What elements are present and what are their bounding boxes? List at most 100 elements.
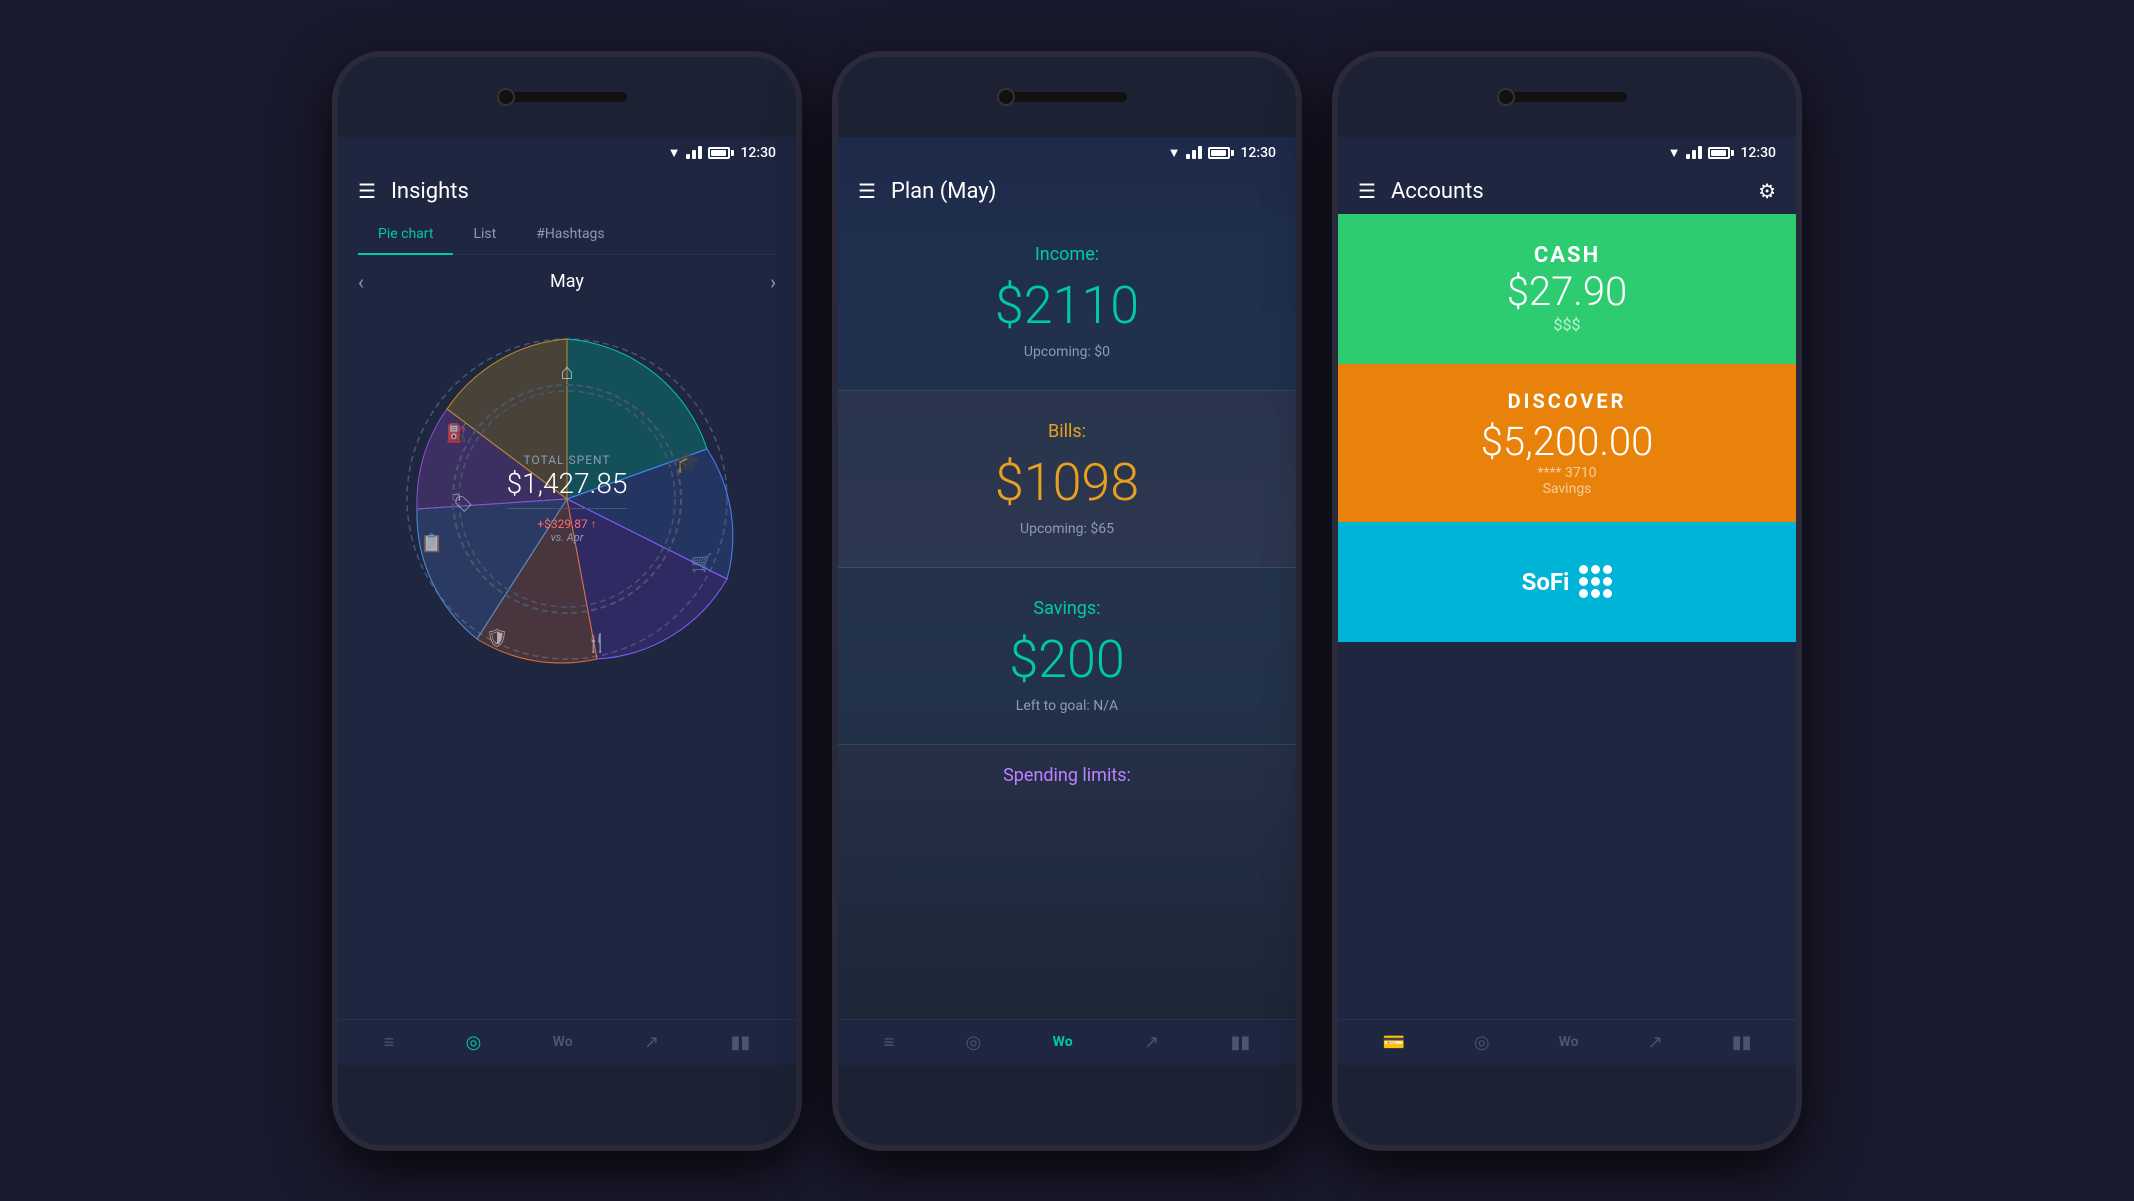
nav-trends[interactable]: ↗ <box>1648 1032 1663 1053</box>
plan-screen: ▼ 12:30 ☰ Plan (May) Income: <box>838 137 1296 1065</box>
bottom-nav: 💳 ◎ Wo ↗ ▮▮ <box>1338 1019 1796 1065</box>
month-nav: ‹ May › <box>338 255 796 309</box>
status-bar: ▼ 12:30 <box>838 137 1296 169</box>
phones-container: ▼ 12:30 ☰ Insights Pie chart <box>312 31 1822 1171</box>
bottom-nav: ≡ ◎ Wo ↗ ▮▮ <box>338 1019 796 1065</box>
page-title: Plan (May) <box>891 179 1276 204</box>
battery-icon <box>1208 147 1234 159</box>
cash-account-card[interactable]: CASH $27.90 $$$ <box>1338 214 1796 364</box>
cash-account-balance: $27.90 <box>1507 268 1628 315</box>
nav-transactions[interactable]: ≡ <box>884 1032 895 1053</box>
sofi-logo: SoFi <box>1522 565 1613 598</box>
signal-icon <box>686 146 702 159</box>
settings-icon[interactable]: ⚙ <box>1758 179 1776 203</box>
tab-hashtags[interactable]: #Hashtags <box>516 214 624 254</box>
income-upcoming: Upcoming: $0 <box>878 344 1256 360</box>
nav-accounts-tab[interactable]: 💳 <box>1383 1032 1405 1053</box>
signal-icon <box>1186 146 1202 159</box>
page-title: Insights <box>391 179 776 204</box>
svg-text:⌂: ⌂ <box>560 360 573 385</box>
nav-insights[interactable]: ◎ <box>1474 1032 1490 1053</box>
cash-account-name: CASH <box>1534 243 1600 268</box>
bottom-nav: ≡ ◎ Wo ↗ ▮▮ <box>838 1019 1296 1065</box>
income-amount: $2110 <box>878 275 1256 336</box>
pie-total-label: TOTAL SPENT <box>523 453 610 467</box>
svg-text:🛡: 🛡 <box>486 628 509 649</box>
savings-section: Savings: $200 Left to goal: N/A <box>838 568 1296 745</box>
nav-budget[interactable]: Wo <box>1053 1034 1073 1050</box>
pie-divider <box>507 508 627 509</box>
hamburger-menu[interactable]: ☰ <box>858 179 876 203</box>
nav-transactions[interactable]: ≡ <box>384 1032 395 1053</box>
sofi-name: SoFi <box>1522 568 1570 596</box>
phone-accounts: ▼ 12:30 ☰ Accounts ⚙ CASH <box>1332 51 1802 1151</box>
status-bar: ▼ 12:30 <box>1338 137 1796 169</box>
discover-account-balance: $5,200.00 <box>1481 418 1654 465</box>
savings-label: Savings: <box>878 598 1256 619</box>
phone-insights: ▼ 12:30 ☰ Insights Pie chart <box>332 51 802 1151</box>
nav-budget[interactable]: Wo <box>553 1034 573 1050</box>
camera-lens <box>997 88 1015 106</box>
app-header: ☰ Plan (May) <box>838 169 1296 214</box>
discover-card-number: **** 3710 <box>1537 465 1596 481</box>
nav-accounts[interactable]: ▮▮ <box>730 1032 750 1053</box>
next-month-button[interactable]: › <box>770 270 776 294</box>
status-time: 12:30 <box>1240 145 1276 161</box>
status-time: 12:30 <box>740 145 776 161</box>
nav-insights[interactable]: ◎ <box>966 1032 982 1053</box>
page-title: Accounts <box>1391 179 1743 204</box>
income-section: Income: $2110 Upcoming: $0 <box>838 214 1296 391</box>
app-header: ☰ Accounts ⚙ <box>1338 169 1796 214</box>
discover-account-card[interactable]: DISCOVER $5,200.00 **** 3710 Savings <box>1338 364 1796 522</box>
insights-screen: ▼ 12:30 ☰ Insights Pie chart <box>338 137 796 1065</box>
nav-bar-chart[interactable]: ▮▮ <box>1732 1032 1752 1053</box>
svg-text:⛽: ⛽ <box>446 422 468 444</box>
prev-month-button[interactable]: ‹ <box>358 270 364 294</box>
spending-limits-label: Spending limits: <box>838 745 1296 806</box>
wifi-icon: ▼ <box>1168 145 1181 161</box>
nav-budget[interactable]: Wo <box>1559 1034 1579 1050</box>
tab-pie-chart[interactable]: Pie chart <box>358 214 453 254</box>
bills-upcoming: Upcoming: $65 <box>878 521 1256 537</box>
hamburger-menu[interactable]: ☰ <box>1358 179 1376 203</box>
tab-bar: Pie chart List #Hashtags <box>358 214 776 255</box>
accounts-screen: ▼ 12:30 ☰ Accounts ⚙ CASH <box>1338 137 1796 1065</box>
savings-amount: $200 <box>878 629 1256 690</box>
nav-trends[interactable]: ↗ <box>644 1032 659 1053</box>
cash-account-sub: $$$ <box>1554 315 1581 334</box>
discover-logo: DISCOVER <box>1508 389 1627 413</box>
wifi-icon: ▼ <box>668 145 681 161</box>
battery-icon <box>1708 147 1734 159</box>
pie-vs-label: vs. Apr <box>551 531 584 544</box>
tab-list[interactable]: List <box>453 214 516 254</box>
pie-chart-container: ⌂ 🎓 🛒 🍴 🛡 📋 ⛽ 🏷 <box>358 309 776 689</box>
bills-label: Bills: <box>878 421 1256 442</box>
current-month: May <box>550 271 584 292</box>
phone-bottom <box>1338 1065 1796 1145</box>
battery-icon <box>708 147 734 159</box>
phone-bottom <box>838 1065 1296 1145</box>
wifi-icon: ▼ <box>1668 145 1681 161</box>
speaker <box>1007 92 1127 102</box>
svg-text:🛒: 🛒 <box>691 552 713 574</box>
bills-section: Bills: $1098 Upcoming: $65 <box>838 391 1296 568</box>
pie-total-amount: $1,427.85 <box>507 467 628 500</box>
speaker <box>1507 92 1627 102</box>
sofi-account-card[interactable]: SoFi <box>1338 522 1796 642</box>
nav-accounts[interactable]: ▮▮ <box>1230 1032 1250 1053</box>
pie-change: +$329.87 ↑ <box>537 517 596 531</box>
sofi-dots-icon <box>1579 565 1612 598</box>
nav-insights[interactable]: ◎ <box>466 1032 482 1053</box>
phone-plan: ▼ 12:30 ☰ Plan (May) Income: <box>832 51 1302 1151</box>
phone-bottom <box>338 1065 796 1145</box>
camera-lens <box>1497 88 1515 106</box>
nav-trends[interactable]: ↗ <box>1144 1032 1159 1053</box>
hamburger-menu[interactable]: ☰ <box>358 179 376 203</box>
pie-center: TOTAL SPENT $1,427.85 +$329.87 ↑ vs. Apr <box>452 384 682 614</box>
speaker <box>507 92 627 102</box>
svg-text:📋: 📋 <box>421 532 443 554</box>
bills-amount: $1098 <box>878 452 1256 513</box>
svg-text:🍴: 🍴 <box>586 632 608 654</box>
income-label: Income: <box>878 244 1256 265</box>
status-bar: ▼ 12:30 <box>338 137 796 169</box>
